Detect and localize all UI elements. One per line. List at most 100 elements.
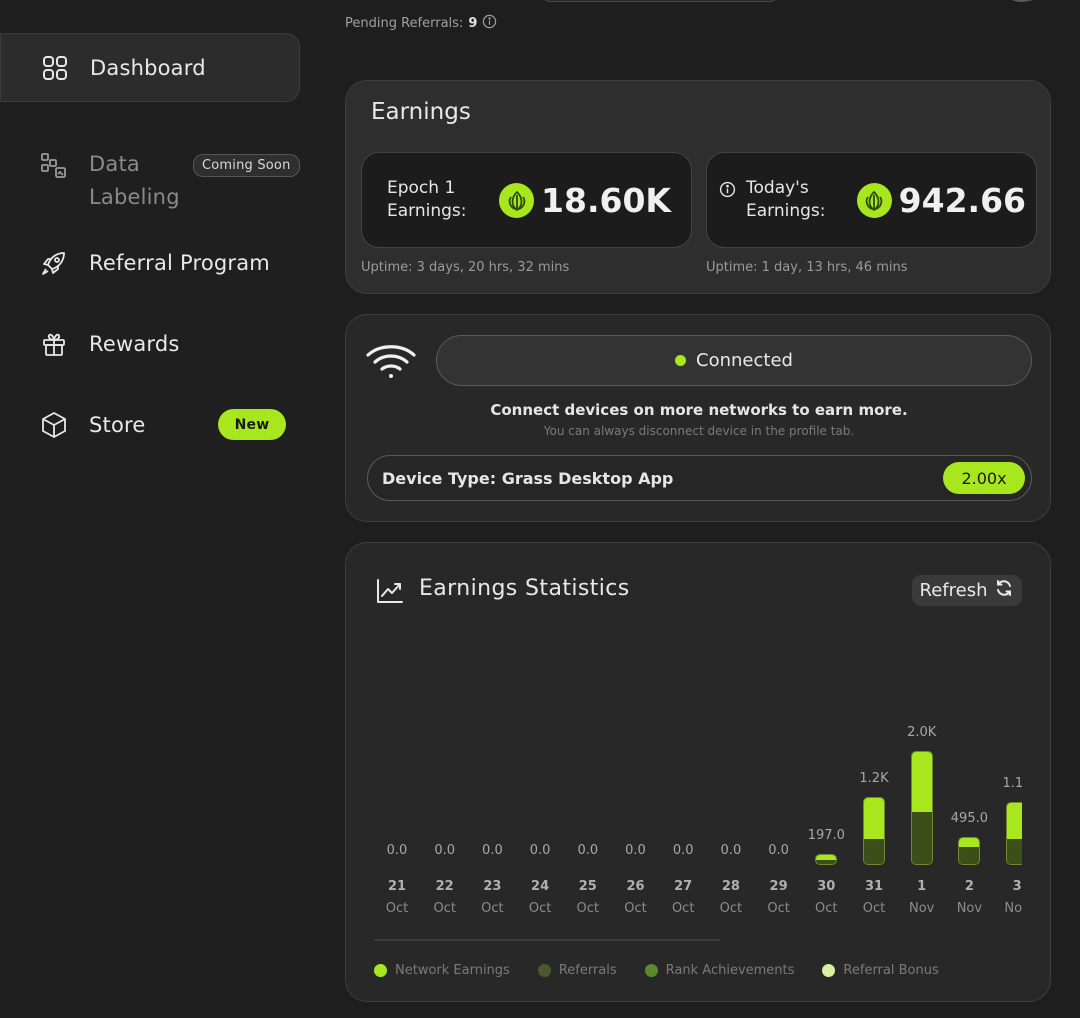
chart-legend: Network Earnings Referrals Rank Achievemen… [374,963,939,978]
sidebar-item-dashboard[interactable]: Dashboard [0,33,300,102]
chart-bar[interactable] [910,751,933,865]
sidebar-item-referral-program[interactable]: Referral Program [0,249,300,277]
x-tick-month: Oct [624,901,647,916]
rocket-icon [40,249,68,277]
legend-item[interactable]: Referrals [537,963,617,978]
x-tick-month: Oct [719,901,743,916]
sidebar: Dashboard Data Labeling Coming Soon Refe… [0,0,318,1018]
today-earnings-box: Today's Earnings: 942.66 [706,152,1037,248]
sidebar-item-label: Dashboard [90,55,206,80]
chart-column: 0.0 27 Oct [658,693,708,923]
chart-bar[interactable] [863,796,885,865]
bar-value-label: 1.2K [859,770,889,786]
x-tick-month: Oct [815,901,838,916]
bar-value-label: 0.0 [529,843,551,858]
today-earnings-amount: 942.66 [898,181,1026,220]
today-uptime: Uptime: 1 day, 13 hrs, 46 mins [706,260,908,275]
chart-column: 0.0 26 Oct [611,693,661,923]
earnings-statistics-card: Earnings Statistics Refresh 0.0 21 Oct 0.0 2… [345,542,1051,1002]
sidebar-item-rewards[interactable]: Rewards [0,330,300,358]
bar-segment-referrals [864,839,884,864]
epoch-earnings-box: Epoch 1 Earnings: 18.60K [361,152,692,248]
chart-column: 197.0 30 Oct [801,693,851,923]
x-tick-day: 22 [435,879,454,894]
bar-value-label: 1.1K [1002,776,1022,792]
pending-referrals-label: Pending Referrals: [345,16,464,31]
bar-value-label: 0.0 [672,843,694,858]
status-dot [675,355,687,366]
pending-referrals: Pending Referrals: 9 [345,14,497,33]
refresh-label: Refresh [919,580,988,601]
x-tick-day: 25 [578,879,597,894]
gift-icon [40,330,68,358]
x-tick-month: Oct [767,901,790,916]
bar-value-label: 0.0 [434,843,456,858]
legend-label: Network Earnings [395,963,510,978]
x-tick-day: 1 [917,879,927,894]
trending-chart-icon [376,578,404,608]
x-tick-month: Nov [956,901,983,916]
sidebar-item-label: Store [89,413,146,437]
chart-bar[interactable] [815,853,838,865]
leaf-icon [499,183,535,218]
epoch-uptime: Uptime: 3 days, 20 hrs, 32 mins [361,260,570,275]
info-icon[interactable] [719,181,736,202]
epoch-earnings-amount: 18.60K [541,181,671,220]
x-tick-month: Oct [481,901,504,916]
chart-column: 0.0 28 Oct [706,693,756,923]
legend-swatch [374,964,387,977]
chart-bar[interactable] [1006,802,1022,865]
bar-value-label: 0.0 [482,843,503,858]
chart-bar[interactable] [958,836,981,865]
info-icon[interactable] [482,14,497,33]
bar-segment-referrals [816,860,837,864]
epoch-label-line-2: Earnings: [387,201,467,221]
chart-scrollbar[interactable] [374,939,720,941]
sidebar-item-store[interactable]: Store New [0,409,300,440]
today-label-line-1: Today's [746,178,809,198]
device-card: Connected Connect devices on more networ… [345,314,1051,522]
legend-swatch [644,964,658,977]
sidebar-item-label: Referral Program [89,251,270,275]
x-tick-month: Nov [909,901,935,916]
refresh-button[interactable]: Refresh [912,575,1022,606]
disconnect-hint: You can always disconnect device in the … [543,424,855,438]
bar-segment-network-earnings [911,752,932,813]
connection-status-label: Connected [696,350,793,371]
x-tick-month: Oct [862,901,886,916]
statistics-title: Earnings Statistics [419,576,630,601]
x-tick-day: 23 [483,879,502,894]
x-tick-day: 2 [964,879,974,894]
wifi-icon [365,341,417,385]
bar-value-label: 0.0 [625,843,646,858]
earnings-bar-chart: 0.0 2 1 Oct 0.0 22 Oct 0.0 23 Oct 0.0 24 Oct 0.0 25 Oct… [366,693,1022,923]
x-tick-day: 29 [769,879,788,894]
epoch-earnings-label: Epoch 1 Earnings: [387,177,467,223]
legend-swatch [822,964,836,977]
legend-item[interactable]: Rank Achievements [644,963,795,978]
legend-item[interactable]: Network Earnings [374,963,510,978]
avatar[interactable] [1002,0,1042,2]
top-search-bar[interactable] [540,0,780,2]
chart-column: 0.0 23 Oct [467,693,517,923]
bar-value-label: 0.0 [720,843,742,858]
chart-column: 2.0K 1 Nov [897,693,947,923]
connect-more-message: Connect devices on more networks to earn… [490,401,908,419]
x-tick-month: Oct [671,901,695,916]
x-tick-day: 30 [817,879,836,894]
legend-item[interactable]: Referral Bonus [822,963,939,978]
legend-label: Rank Achievements [665,963,795,978]
device-type-value: Grass Desktop App [501,469,674,488]
x-tick-month: Nov [1004,901,1022,916]
bar-value-label: 0.0 [768,843,789,858]
bar-segment-referrals [1007,838,1022,864]
x-tick-month: Oct [433,901,456,916]
x-tick-day: 24 [531,879,550,894]
chart-column: 0.0 22 Oct [420,693,470,923]
device-type-key: Device Type: [382,469,497,488]
x-tick-day: 3 [1012,879,1022,894]
x-tick-month: Oct [528,901,552,916]
chart-column: 0.0 29 Oct [754,693,804,923]
device-type-row: Device Type: Grass Desktop App 2.00x [367,455,1032,501]
connection-status-button[interactable]: Connected [436,335,1032,386]
